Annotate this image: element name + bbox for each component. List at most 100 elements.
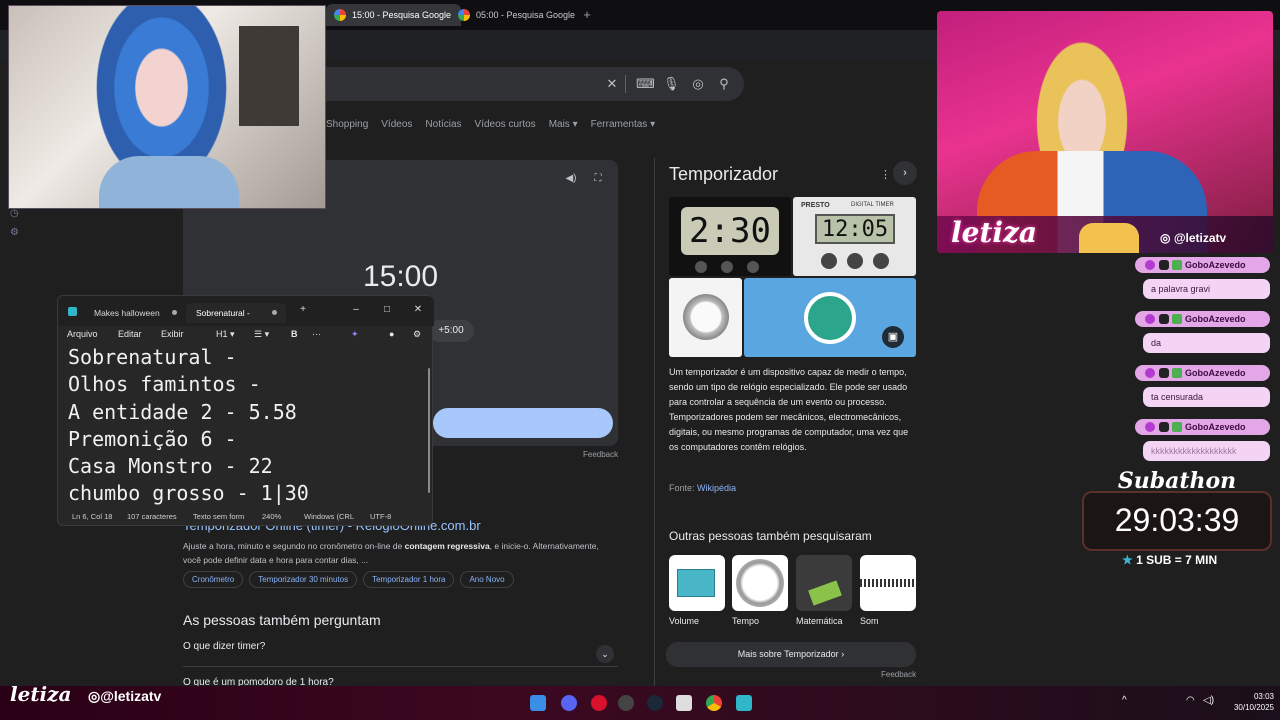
tab-timer-15[interactable]: 15:00 - Pesquisa Google [326,4,462,26]
speaker-icon[interactable]: ◁) [1203,695,1217,711]
maximize-icon[interactable]: □ [380,303,394,317]
also-item-som[interactable]: Som [860,555,916,626]
steam-icon[interactable] [647,695,663,711]
line-ending[interactable]: Windows (CRL [304,512,354,521]
obs-icon[interactable] [618,695,634,711]
windows-start-icon[interactable] [530,695,546,711]
clock-date: 30/10/2025 [1233,703,1274,712]
nav-tools[interactable]: Ferramentas ▾ [591,119,655,135]
capcut-icon[interactable] [676,695,692,711]
also-item-matematica[interactable]: Matemática [796,555,852,626]
related-chips: Cronômetro Temporizador 30 minutos Tempo… [183,571,514,588]
wikipedia-link[interactable]: Wikipédia [697,483,736,493]
text-line: A entidade 2 - 5.58 [68,399,297,424]
divider [625,75,626,93]
notepad-scrollbar[interactable] [428,368,430,493]
notepad-icon[interactable] [736,695,752,711]
tab-label: 15:00 - Pesquisa Google [352,10,452,20]
kp-feedback-link[interactable]: Feedback [881,670,916,679]
also-searched-title: Outras pessoas também pesquisaram [669,529,872,543]
nav-short-videos[interactable]: Vídeos curtos [475,119,536,135]
paa-question[interactable]: O que dizer timer? ⌄ [183,641,618,667]
volume-thumbnail [669,555,725,611]
button-icon [695,261,707,273]
search-icon[interactable]: ⚲ [716,76,732,92]
menu-exibir[interactable]: Exibir [161,329,184,339]
zoom-level[interactable]: 240% [262,512,281,521]
minimize-icon[interactable]: – [349,303,363,317]
settings-icon[interactable]: ⚙ [10,227,24,238]
discord-icon[interactable] [561,695,577,711]
more-about-button[interactable]: Mais sobre Temporizador › [666,642,916,667]
button-icon [821,253,837,269]
bold-button[interactable]: B [291,329,298,339]
more-options-icon[interactable]: ⋮ [880,168,891,181]
tempo-thumbnail [732,555,788,611]
kp-image-timer-3[interactable] [669,278,742,357]
taskbar-clock[interactable]: 03:03 30/10/2025 [1224,691,1274,713]
settings-gear-icon[interactable]: ⚙ [413,329,421,340]
also-item-tempo[interactable]: Tempo [732,555,788,626]
also-label: Matemática [796,616,843,626]
person-shirt [99,156,239,208]
new-tab-icon[interactable]: + [296,303,310,317]
kp-image-timer-1[interactable]: 2:30 [669,197,791,276]
copilot-icon[interactable]: ✦ [351,329,359,340]
search-input[interactable]: ✕ ⌨ 🎙 ◎ ⚲ [325,67,744,101]
notepad-tab-makes-halloween[interactable]: Makes halloween [84,303,184,323]
timer-feedback-link[interactable]: Feedback [583,450,618,459]
notepad-tab-sobrenatural[interactable]: Sobrenatural - [186,303,286,323]
keyboard-icon[interactable]: ⌨ [636,76,655,92]
wifi-icon[interactable]: ◠ [1186,695,1200,711]
chrome-icon[interactable] [706,695,722,711]
nav-videos[interactable]: Vídeos [381,119,412,135]
cube-icon [677,569,715,597]
chevron-up-icon[interactable]: ^ [1122,695,1132,711]
search-nav: Shopping Vídeos Notícias Vídeos curtos M… [326,119,668,135]
nav-shopping[interactable]: Shopping [326,119,368,135]
account-icon[interactable]: ● [389,329,394,339]
heading-dropdown[interactable]: H1 ▾ [216,329,235,340]
chip-ano-novo[interactable]: Ano Novo [460,571,514,588]
chat-text: ta censurada [1143,387,1270,407]
format-status[interactable]: Texto sem form [193,512,244,521]
chip-30-minutos[interactable]: Temporizador 30 minutos [249,571,358,588]
timer-display[interactable]: 15:00 [183,260,618,294]
chip-1-hora[interactable]: Temporizador 1 hora [363,571,455,588]
chevron-right-icon[interactable]: › [893,161,917,185]
notepad-text-area[interactable]: Sobrenatural - Olhos famintos -A entidade… [68,344,418,508]
tab-label: 05:00 - Pesquisa Google [476,10,576,20]
taskbar: ^ ◠ ◁) [0,686,1280,720]
encoding[interactable]: UTF-8 [370,512,391,521]
tab-timer-05[interactable]: 05:00 - Pesquisa Google [450,4,585,26]
lens-icon[interactable]: ◎ [690,76,706,92]
clock-icon [683,294,729,340]
microphone-icon[interactable]: 🎙 [663,76,680,92]
close-icon[interactable]: ✕ [411,303,425,317]
kp-image-timer-4[interactable]: ▣ [744,278,916,357]
nav-more[interactable]: Mais ▾ [549,119,578,135]
also-item-volume[interactable]: Volume [669,555,725,626]
list-dropdown[interactable]: ☰ ▾ [254,329,269,340]
add-five-minutes-button[interactable]: +5:00 [428,320,474,342]
menu-editar[interactable]: Editar [118,329,142,339]
timer-start-button[interactable] [433,408,613,438]
also-label: Tempo [732,616,760,626]
chip-cronometro[interactable]: Cronômetro [183,571,244,588]
badge-icon [1159,422,1169,432]
google-favicon-icon [334,9,346,21]
badge-icon [1159,314,1169,324]
image-icon[interactable]: ▣ [882,326,904,348]
nav-news[interactable]: Notícias [425,119,461,135]
more-options-button[interactable]: ··· [312,329,321,339]
opera-icon[interactable] [591,695,607,711]
fullscreen-icon[interactable]: ⛶ [592,173,604,185]
sound-icon[interactable]: ◀) [565,173,577,185]
kp-image-timer-2[interactable]: PRESTO DIGITAL TIMER 12:05 [793,197,916,276]
new-tab-button[interactable]: + [580,8,594,22]
timer-lcd: 12:05 [815,214,895,244]
history-icon[interactable]: ◷ [10,208,24,219]
clear-icon[interactable]: ✕ [604,76,620,92]
menu-arquivo[interactable]: Arquivo [67,329,98,339]
timer-sub-label: DIGITAL TIMER [851,202,894,208]
